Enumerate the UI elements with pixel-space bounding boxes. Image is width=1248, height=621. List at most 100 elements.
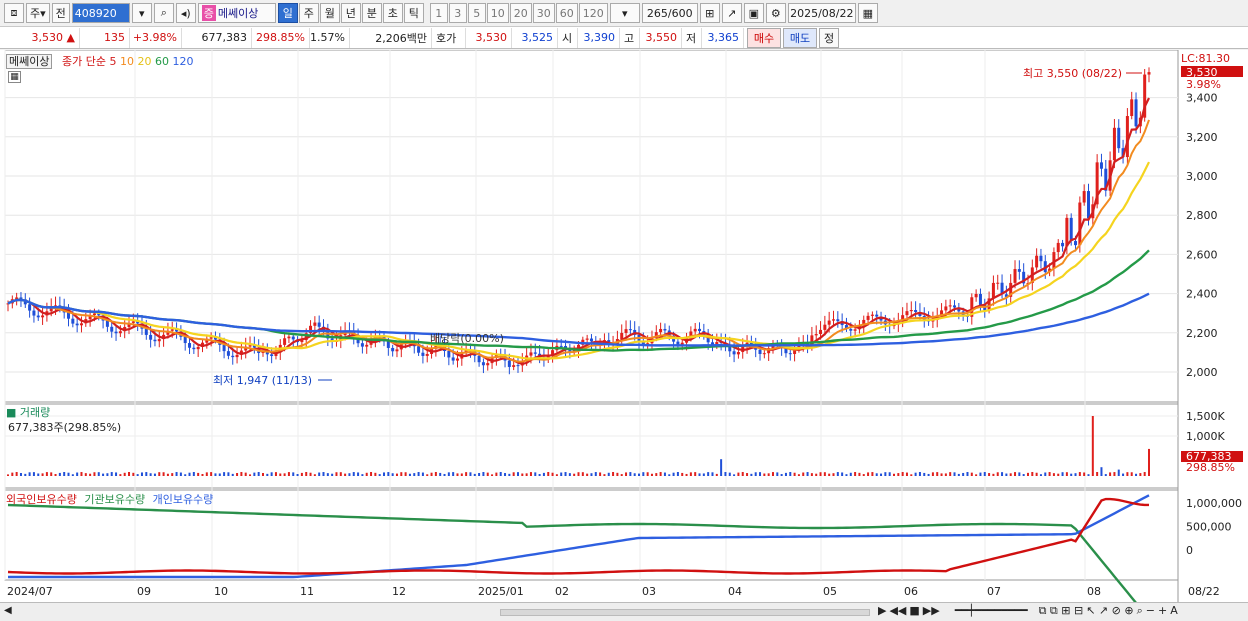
market-select[interactable]: 주 ▾ [26, 3, 50, 23]
scroll-thumb[interactable] [500, 609, 870, 616]
candle-body [391, 347, 395, 352]
volume-bar [512, 472, 515, 476]
volume-bar [940, 473, 943, 476]
volume-bar [560, 472, 563, 476]
stop-icon[interactable]: ■ [909, 604, 919, 618]
interval-button[interactable]: 10 [486, 3, 509, 23]
individual-holding-label: 개인보유수량 [152, 493, 214, 506]
candle-body [170, 329, 174, 331]
save-icon[interactable]: ▣ [743, 3, 764, 23]
forward-icon[interactable]: ▶▶ [923, 604, 940, 618]
chart-window-icon[interactable]: ⧈ [4, 3, 24, 23]
grid-toggle-icon[interactable]: ▦ [8, 71, 21, 83]
candle-body [996, 282, 1000, 284]
sell-button[interactable]: 매도 [783, 27, 817, 48]
market-label: 주 [30, 7, 41, 20]
layout-icon[interactable]: ⧉ ⧉ ⊞ ⊟ [1039, 604, 1084, 618]
interval-button[interactable]: 120 [578, 3, 608, 23]
stock-chart[interactable]: 3,400 3,200 3,000 2,800 2,600 2,400 2,200 2,000… [0, 49, 1248, 620]
volume-bar [953, 472, 956, 476]
draw-tools-icon[interactable]: ↖ ↗ ⊘ ⊕ [1086, 604, 1133, 618]
code-dropdown-icon[interactable]: ▾ [131, 3, 152, 23]
search-icon[interactable]: ⌕ [153, 3, 174, 23]
volume-bar [577, 472, 580, 476]
candle-body [914, 310, 918, 313]
volume-bar [283, 473, 286, 476]
price-ytick: 2,600 [1186, 248, 1218, 261]
candle-body [974, 294, 978, 298]
institution-holding-label: 기관보유수량 [84, 493, 146, 506]
period-tab[interactable]: 년 [340, 3, 361, 23]
volume-bar [944, 473, 947, 476]
volume-bar [1035, 472, 1038, 476]
candle-body [79, 323, 83, 326]
speaker-icon[interactable]: ◂) [175, 3, 196, 23]
volume-bar [685, 473, 688, 476]
zoom-slider-icon[interactable]: ━━┿━━━━━━━━ [955, 604, 1028, 618]
prev-button[interactable]: 전 [51, 3, 70, 23]
draw-tool-icon[interactable]: ↗ [721, 3, 742, 23]
ma20-label: 20 [137, 55, 152, 68]
volume-bar [849, 472, 852, 476]
period-tab[interactable]: 초 [382, 3, 403, 23]
candle-body [209, 337, 213, 339]
volume-bar [482, 472, 485, 476]
period-tab[interactable]: 월 [319, 3, 340, 23]
interval-button[interactable]: 3 [448, 3, 467, 23]
font-size-icon[interactable]: A [1170, 604, 1178, 618]
candle-body [663, 328, 667, 331]
interval-dropdown[interactable]: ▾ [609, 3, 640, 23]
turnover: 1.57% [310, 27, 350, 48]
candle-body [698, 328, 702, 332]
volume-bar [452, 472, 455, 476]
chart-canvas[interactable]: 3,400 3,200 3,000 2,800 2,600 2,400 2,200 2,000… [0, 49, 1248, 620]
interval-button[interactable]: 60 [555, 3, 578, 23]
volume-bar [841, 472, 844, 476]
volume-bar [776, 472, 779, 476]
volume-bar [365, 472, 368, 476]
indicator-icon[interactable]: ⊞ [699, 3, 720, 23]
count-field[interactable]: 265/600 [641, 3, 698, 23]
volume-bar [914, 472, 917, 476]
volume-bar [728, 472, 731, 476]
interval-button[interactable]: 5 [467, 3, 486, 23]
candle-body [559, 345, 563, 347]
volume-bar [89, 473, 92, 476]
volume-bar [1052, 473, 1055, 476]
volume-bar [966, 472, 969, 476]
candle-body [978, 294, 982, 305]
interval-button[interactable]: 1 [429, 3, 448, 23]
calendar-icon[interactable]: ▦ [857, 3, 878, 23]
hoga-bid: 3,525 [512, 27, 558, 48]
period-tab[interactable]: 주 [298, 3, 319, 23]
interval-button[interactable]: 20 [509, 3, 532, 23]
hoga-label: 호가 [432, 27, 466, 48]
zoom-in-icon[interactable]: ⌕ [1137, 604, 1143, 618]
period-tab[interactable]: 분 [361, 3, 382, 23]
stock-name-box[interactable]: 증 메쎄이상 [197, 3, 276, 23]
volume-bar [37, 473, 40, 476]
interval-button[interactable]: 30 [532, 3, 555, 23]
period-tab[interactable]: 일 [277, 3, 298, 23]
rewind-icon[interactable]: ◀◀ [889, 604, 906, 618]
date-field[interactable]: 2025/08/22 [787, 3, 856, 23]
correction-button[interactable]: 정 [819, 27, 839, 48]
stock-code-input[interactable]: 408920 [71, 3, 130, 23]
minus-icon[interactable]: − [1146, 604, 1155, 618]
scroll-left-icon[interactable]: ◀ [4, 605, 12, 616]
play-icon[interactable]: ▶ [878, 604, 886, 618]
volume-bar [32, 472, 35, 476]
volume-bar [50, 472, 53, 476]
ma10-line [7, 119, 1150, 363]
chart-scrollbar[interactable]: ◀ ▶ ◀◀ ■ ▶▶ ━━┿━━━━━━━━ ⧉ ⧉ ⊞ ⊟ ↖ ↗ ⊘ ⊕ ⌕ − +… [0, 602, 1248, 621]
volume-bar [996, 472, 999, 476]
volume-bar [67, 472, 70, 476]
plus-icon[interactable]: + [1158, 604, 1167, 618]
candle-body [676, 341, 680, 345]
buy-button[interactable]: 매수 [747, 27, 781, 48]
gear-icon[interactable]: ⚙ [765, 3, 786, 23]
volume-bar [1057, 473, 1060, 476]
period-tab[interactable]: 틱 [403, 3, 424, 23]
volume-bar [516, 472, 519, 476]
candle-body [149, 334, 153, 340]
